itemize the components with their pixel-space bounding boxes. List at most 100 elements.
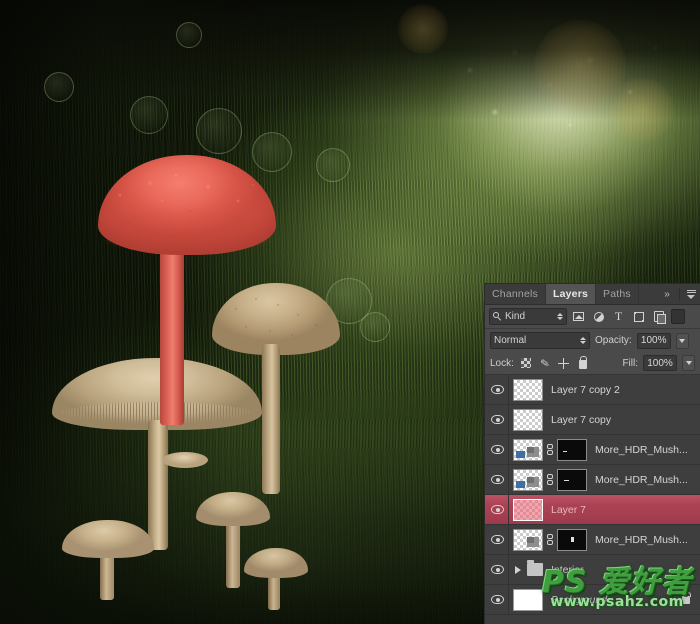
tab-channels-label: Channels xyxy=(492,288,538,300)
eye-icon xyxy=(491,415,504,424)
layer-row-background[interactable]: Background xyxy=(485,585,700,615)
layer-mask-link-icon[interactable] xyxy=(546,443,554,457)
filter-shape-layers-icon[interactable] xyxy=(630,308,647,325)
panel-tab-bar: Channels Layers Paths » xyxy=(485,284,700,305)
panel-menu-triangle xyxy=(687,294,695,299)
tab-channels[interactable]: Channels xyxy=(485,284,546,304)
layer-visibility-toggle[interactable] xyxy=(487,525,509,554)
layer-name: More_HDR_Mush... xyxy=(595,473,688,486)
chevron-right-icon[interactable] xyxy=(515,565,521,574)
tab-bar-divider xyxy=(679,288,680,300)
opacity-chevron-down-icon[interactable] xyxy=(675,332,689,349)
layer-name: More_HDR_Mush... xyxy=(595,533,688,546)
bokeh-circle xyxy=(360,312,390,342)
layer-thumbnails[interactable] xyxy=(509,408,543,431)
photoshop-window: Channels Layers Paths » Kind T Normal Op… xyxy=(0,0,700,624)
layer-row[interactable]: More_HDR_Mush... xyxy=(485,465,700,495)
layer-list-empty-area xyxy=(485,615,700,624)
filter-kind-select[interactable]: Kind xyxy=(489,308,567,325)
layer-row-selected[interactable]: Layer 7 xyxy=(485,495,700,525)
eye-icon xyxy=(491,505,504,514)
filter-smart-objects-icon[interactable] xyxy=(650,308,667,325)
eye-icon xyxy=(491,565,504,574)
tab-layers[interactable]: Layers xyxy=(545,284,597,304)
layer-row[interactable]: More_HDR_Mush... xyxy=(485,435,700,465)
layer-row-group[interactable]: Interior xyxy=(485,555,700,585)
layer-thumbnail[interactable] xyxy=(513,588,543,611)
layer-visibility-toggle[interactable] xyxy=(487,495,509,524)
layer-visibility-toggle[interactable] xyxy=(487,555,509,584)
panel-menu-icon[interactable] xyxy=(682,284,700,304)
filter-kind-label: Kind xyxy=(505,311,526,322)
folder-icon xyxy=(527,560,543,576)
layer-name: More_HDR_Mush... xyxy=(595,443,688,456)
lock-label: Lock: xyxy=(490,357,514,369)
panel-menu-bar xyxy=(686,289,696,291)
layer-visibility-toggle[interactable] xyxy=(487,435,509,464)
layer-name: Background xyxy=(551,593,608,606)
layer-name: Layer 7 copy xyxy=(551,413,612,426)
fill-input[interactable]: 100% xyxy=(643,355,677,371)
lock-image-pixels-icon[interactable]: ✎ xyxy=(537,355,553,371)
layer-name: Interior xyxy=(551,563,584,576)
tab-paths-label: Paths xyxy=(603,288,631,300)
tab-paths[interactable]: Paths xyxy=(596,284,639,304)
layer-row[interactable]: Layer 7 copy xyxy=(485,405,700,435)
layer-thumbnails[interactable] xyxy=(509,378,543,401)
blend-mode-stepper-icon[interactable] xyxy=(580,337,586,344)
layer-filter-row: Kind T xyxy=(485,305,700,329)
lock-position-icon[interactable] xyxy=(557,356,571,370)
layer-thumbnail[interactable] xyxy=(513,438,543,461)
layer-thumbnail[interactable] xyxy=(513,378,543,401)
layer-name: Layer 7 xyxy=(551,503,587,516)
layer-visibility-toggle[interactable] xyxy=(487,375,509,404)
lens-flare xyxy=(398,4,448,54)
filter-toggle-switch[interactable] xyxy=(671,309,685,324)
mushroom-wide-stem xyxy=(148,420,168,550)
lock-transparent-pixels-icon[interactable] xyxy=(519,356,533,370)
layer-mask-thumbnail[interactable] xyxy=(557,438,587,461)
bokeh-circle xyxy=(316,148,350,182)
layer-mask-thumbnail[interactable] xyxy=(557,468,587,491)
layer-thumbnails[interactable] xyxy=(509,468,587,491)
layer-name: Layer 7 copy 2 xyxy=(551,383,620,396)
layer-row[interactable]: Layer 7 copy 2 xyxy=(485,375,700,405)
layer-mask-link-icon[interactable] xyxy=(546,473,554,487)
layer-row[interactable]: More_HDR_Mush... xyxy=(485,525,700,555)
layer-visibility-toggle[interactable] xyxy=(487,465,509,494)
layer-thumbnail[interactable] xyxy=(513,408,543,431)
mushroom-tan-stem xyxy=(262,344,280,494)
updown-stepper-icon[interactable] xyxy=(557,313,563,320)
opacity-value: 100% xyxy=(640,335,667,346)
layer-thumbnails[interactable] xyxy=(509,588,543,611)
fill-chevron-down-icon[interactable] xyxy=(682,355,695,371)
layer-visibility-toggle[interactable] xyxy=(487,585,509,614)
mushroom-small-2-stem xyxy=(226,518,240,588)
fill-label: Fill: xyxy=(622,357,638,369)
bokeh-circle xyxy=(44,72,74,102)
opacity-input[interactable]: 100% xyxy=(636,332,671,349)
layer-thumbnail[interactable] xyxy=(513,498,543,521)
layer-thumbnails[interactable] xyxy=(509,528,587,551)
layer-thumbnails[interactable] xyxy=(509,438,587,461)
chevron-double-right-icon[interactable]: » xyxy=(655,284,677,304)
tab-layers-label: Layers xyxy=(552,288,589,300)
blend-mode-row: Normal Opacity: 100% xyxy=(485,329,700,352)
layer-visibility-toggle[interactable] xyxy=(487,405,509,434)
tab-bar-spacer xyxy=(638,284,655,304)
layer-mask-link-icon[interactable] xyxy=(546,533,554,547)
panel-menu-bar xyxy=(686,291,696,293)
lock-icon xyxy=(682,592,691,604)
fill-value: 100% xyxy=(647,357,673,369)
filter-pixel-layers-icon[interactable] xyxy=(570,308,587,325)
filter-adjustment-layers-icon[interactable] xyxy=(590,308,607,325)
layer-thumbnail[interactable] xyxy=(513,468,543,491)
lock-row: Lock: ✎ Fill: 100% xyxy=(485,352,700,375)
lock-all-icon[interactable] xyxy=(576,356,590,370)
bokeh-circle xyxy=(196,108,242,154)
filter-type-layers-icon[interactable]: T xyxy=(610,308,627,325)
layer-mask-thumbnail[interactable] xyxy=(557,528,587,551)
layer-thumbnail[interactable] xyxy=(513,528,543,551)
layer-thumbnails[interactable] xyxy=(509,498,543,521)
blend-mode-select[interactable]: Normal xyxy=(490,332,590,349)
